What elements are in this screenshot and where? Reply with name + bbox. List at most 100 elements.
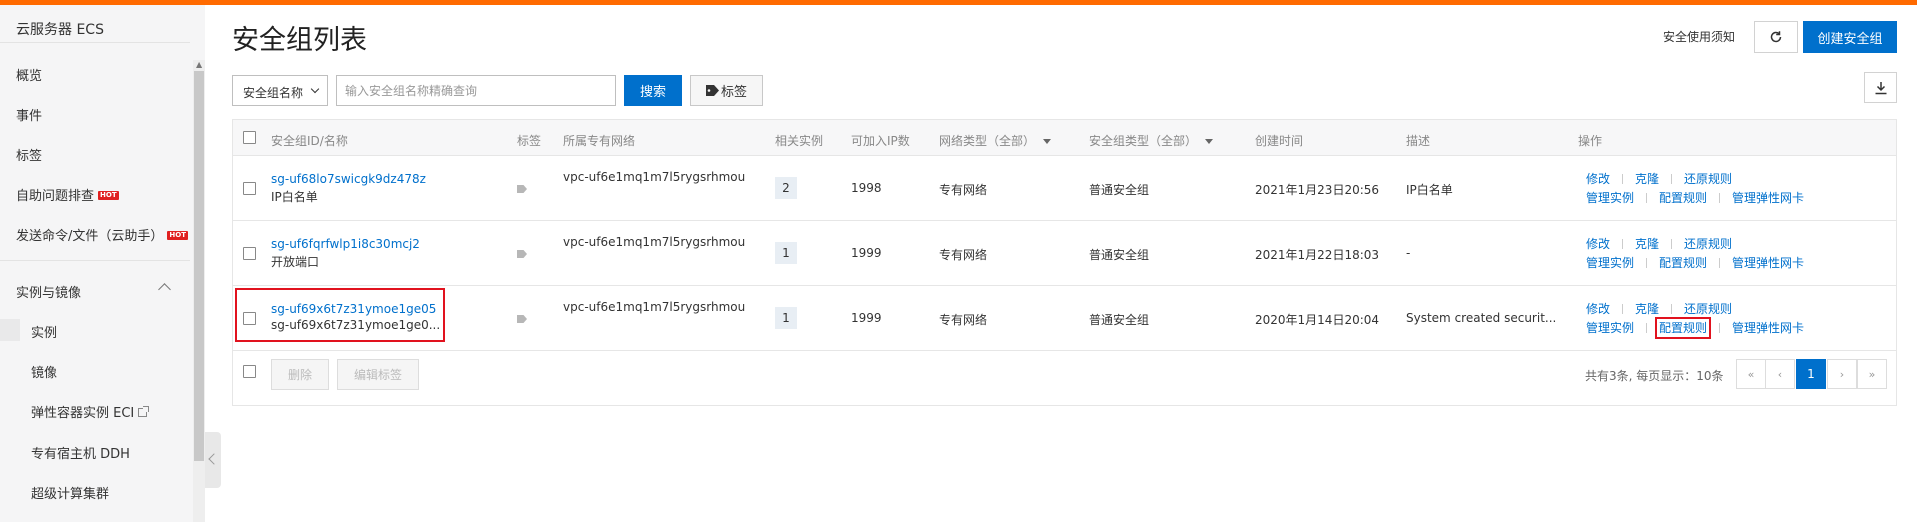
divider (1622, 239, 1624, 249)
manage-instances-link[interactable]: 管理实例 (1586, 321, 1634, 335)
related-instances-count[interactable]: 1 (775, 307, 797, 329)
modify-link[interactable]: 修改 (1586, 172, 1610, 186)
configure-rules-link[interactable]: 配置规则 (1655, 317, 1712, 339)
manage-eni-link[interactable]: 管理弹性网卡 (1732, 321, 1804, 335)
sidebar-divider (0, 260, 190, 261)
manage-eni-link[interactable]: 管理弹性网卡 (1732, 191, 1804, 205)
divider (1646, 323, 1648, 333)
pager-first-button[interactable]: « (1736, 359, 1766, 389)
row-actions-line1: 修改 克隆 还原规则 (1586, 170, 1732, 187)
clone-link[interactable]: 克隆 (1635, 237, 1659, 251)
download-button[interactable] (1864, 72, 1897, 103)
column-header-actions: 操作 (1578, 134, 1603, 148)
chevron-up-icon[interactable] (158, 283, 171, 296)
vpc-id: vpc-uf6e1mq1m7l5rygsrhmou (563, 235, 746, 249)
pager-prev-button[interactable]: ‹ (1765, 359, 1795, 389)
highlight-box (235, 288, 445, 342)
sidebar-item-label: 镜像 (31, 366, 58, 381)
sidebar-section-instances-images[interactable]: 实例与镜像 (16, 282, 81, 301)
configure-rules-link[interactable]: 配置规则 (1659, 191, 1707, 205)
search-button[interactable]: 搜索 (624, 75, 682, 106)
sidebar-title[interactable]: 云服务器 ECS (16, 19, 104, 39)
pager-next-button[interactable]: › (1827, 359, 1857, 389)
scroll-up-arrow-icon[interactable]: ▲ (196, 60, 202, 69)
search-field-select[interactable]: 安全组名称 (232, 75, 328, 106)
restore-rules-link[interactable]: 还原规则 (1684, 237, 1732, 251)
row-checkbox[interactable] (243, 247, 256, 260)
sidebar-collapse-toggle[interactable] (205, 432, 221, 488)
sidebar-item-label: 发送命令/文件（云助手） (16, 229, 164, 244)
hot-badge: HOT (167, 231, 188, 240)
modify-link[interactable]: 修改 (1586, 302, 1610, 316)
column-header-sg-type[interactable]: 安全组类型（全部） (1089, 132, 1214, 149)
sidebar-item-eci[interactable]: 弹性容器实例 ECI (31, 402, 150, 421)
tag-icon (705, 85, 719, 96)
sidebar-item-super-computing[interactable]: 超级计算集群 (31, 483, 109, 502)
row-actions-line2: 管理实例 配置规则 管理弹性网卡 (1586, 254, 1804, 271)
search-field-select-value: 安全组名称 (243, 86, 304, 100)
sidebar-item-cloud-assistant[interactable]: 发送命令/文件（云助手） HOT (16, 225, 188, 244)
column-header-network-type[interactable]: 网络类型（全部） (939, 132, 1052, 149)
sidebar-item-label: 超级计算集群 (31, 487, 110, 502)
row-actions-line1: 修改 克隆 还原规则 (1586, 235, 1732, 252)
available-ip-count: 1999 (851, 311, 882, 325)
divider (1622, 304, 1624, 314)
related-instances-count[interactable]: 2 (775, 177, 797, 199)
modify-link[interactable]: 修改 (1586, 237, 1610, 251)
security-group-id-link[interactable]: sg-uf6fqrfwlp1i8c30mcj2 (271, 237, 420, 251)
security-group-name: IP白名单 (271, 190, 318, 204)
refresh-button[interactable] (1754, 21, 1798, 53)
column-header-instances: 相关实例 (775, 134, 824, 148)
restore-rules-link[interactable]: 还原规则 (1684, 172, 1732, 186)
divider (1719, 193, 1721, 203)
pager-page-1[interactable]: 1 (1796, 359, 1826, 389)
restore-rules-link[interactable]: 还原规则 (1684, 302, 1732, 316)
sidebar-item-ddh[interactable]: 专有宿主机 DDH (31, 443, 130, 462)
divider (1671, 239, 1673, 249)
row-checkbox[interactable] (243, 182, 256, 195)
description: System created securit... (1406, 311, 1557, 325)
sidebar-item-label: 事件 (16, 109, 43, 124)
clone-link[interactable]: 克隆 (1635, 172, 1659, 186)
tag-icon[interactable] (517, 185, 527, 193)
manage-instances-link[interactable]: 管理实例 (1586, 191, 1634, 205)
sidebar-item-tags[interactable]: 标签 (16, 145, 42, 164)
manage-instances-link[interactable]: 管理实例 (1586, 256, 1634, 270)
page-title: 安全组列表 (232, 25, 367, 56)
select-all-checkbox-footer[interactable] (243, 365, 256, 378)
sidebar-item-events[interactable]: 事件 (16, 105, 42, 124)
configure-rules-link[interactable]: 配置规则 (1659, 256, 1707, 270)
tag-icon[interactable] (517, 315, 527, 323)
create-security-group-button[interactable]: 创建安全组 (1803, 21, 1897, 53)
external-link-icon (138, 406, 150, 417)
related-instances-count[interactable]: 1 (775, 242, 797, 264)
manage-eni-link[interactable]: 管理弹性网卡 (1732, 256, 1804, 270)
available-ip-count: 1998 (851, 181, 882, 195)
search-input[interactable] (336, 75, 616, 106)
sidebar-item-self-diagnosis[interactable]: 自助问题排查 HOT (16, 185, 119, 204)
sidebar-item-label: 专有宿主机 DDH (31, 447, 130, 462)
sidebar-item-overview[interactable]: 概览 (16, 65, 42, 84)
caret-down-icon (1043, 139, 1052, 144)
edit-tags-button[interactable]: 编辑标签 (337, 359, 419, 390)
delete-button[interactable]: 删除 (271, 359, 329, 390)
column-header-id-name: 安全组ID/名称 (271, 134, 348, 148)
sidebar-item-instances[interactable]: 实例 (31, 322, 57, 341)
column-header-label: 网络类型（全部） (939, 134, 1036, 148)
pagination-info: 共有3条, 每页显示：10条 (1585, 369, 1724, 383)
sidebar-scrollbar-thumb[interactable] (194, 71, 204, 461)
clone-link[interactable]: 克隆 (1635, 302, 1659, 316)
tag-icon[interactable] (517, 250, 527, 258)
table-footer: 删除 编辑标签 共有3条, 每页显示：10条 « ‹ 1 › » (233, 346, 1896, 406)
security-group-id-link[interactable]: sg-uf68lo7swicgk9dz478z (271, 172, 426, 186)
available-ip-count: 1999 (851, 246, 882, 260)
sidebar-item-images[interactable]: 镜像 (31, 362, 57, 381)
vpc-id: vpc-uf6e1mq1m7l5rygsrhmou (563, 300, 746, 314)
select-all-checkbox[interactable] (243, 131, 256, 144)
created-time: 2020年1月14日20:04 (1255, 313, 1380, 327)
sidebar-item-label: 自助问题排查 (16, 189, 95, 204)
pager-last-button[interactable]: » (1857, 359, 1887, 389)
security-notice-link[interactable]: 安全使用须知 (1663, 28, 1735, 45)
description: IP白名单 (1406, 183, 1453, 197)
tags-filter-button[interactable]: 标签 (690, 75, 763, 106)
